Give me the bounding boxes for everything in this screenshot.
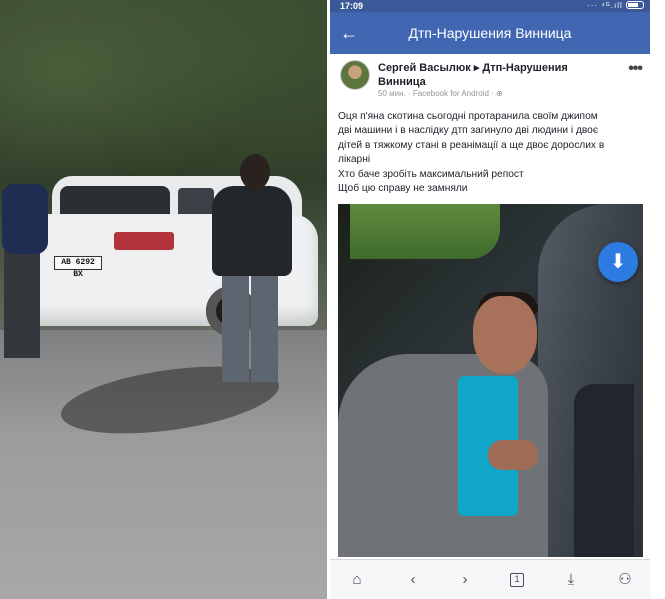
person-center-legs <box>222 272 278 382</box>
avatar[interactable] <box>340 60 370 90</box>
post-text-line: лікарні <box>338 154 371 166</box>
right-margin <box>650 0 665 599</box>
man-head <box>473 296 537 374</box>
post-text: Оця п'яна скотина сьогодні протаранила с… <box>338 110 648 196</box>
signal-icon: ··· ⁴ᴳ.ıll <box>587 1 623 10</box>
person-center-torso <box>212 186 292 276</box>
post-text-line: дітей в тяжкому стані в реанімації а ще … <box>338 139 605 151</box>
status-time: 17:09 <box>340 1 364 11</box>
man-hand <box>488 440 538 470</box>
bottom-nav-bar: ⌂ ‹ › 1 ⤓ ⚇ <box>330 559 650 599</box>
person-left-torso <box>2 184 48 254</box>
scroll-down-button[interactable]: ⬇ <box>598 242 638 282</box>
download-icon[interactable]: ⤓ <box>560 570 582 590</box>
car-tail-light <box>114 232 174 250</box>
post-card: Сергей Васылюк ▸ Дтп-Нарушения Винница 5… <box>330 54 650 559</box>
license-plate: АВ 6292 ВХ <box>54 256 102 279</box>
page-title: Дтп-Нарушения Винница <box>408 25 572 41</box>
post-text-line: Оця п'яна скотина сьогодні протаранила с… <box>338 111 598 122</box>
tabs-count: 1 <box>510 573 524 587</box>
street-photo: АВ 6292 ВХ <box>0 0 327 599</box>
person-center-head <box>240 154 270 190</box>
car-door-inner <box>574 384 634 557</box>
car-window-view <box>350 204 500 259</box>
more-options-icon[interactable]: ••• <box>628 60 643 78</box>
home-icon[interactable]: ⌂ <box>346 570 368 590</box>
person-left-legs <box>4 250 40 358</box>
nav-forward-icon[interactable]: › <box>454 570 476 590</box>
app-bar: ← Дтп-Нарушения Винница <box>330 12 650 54</box>
post-text-line: Хто баче зробіть максимальний репост <box>338 168 524 180</box>
nav-back-icon[interactable]: ‹ <box>402 570 424 590</box>
post-photo[interactable] <box>338 204 643 557</box>
status-bar: 17:09 ··· ⁴ᴳ.ıll <box>330 0 650 12</box>
phone-screenshot: 17:09 ··· ⁴ᴳ.ıll ← Дтп-Нарушения Винница… <box>330 0 650 599</box>
post-text-line: дві машини і в наслідку дтп загинуло дві… <box>338 125 599 137</box>
status-icons: ··· ⁴ᴳ.ıll <box>587 1 644 10</box>
post-meta: 50 мин. · Facebook for Android · ⊕ <box>378 89 503 98</box>
post-text-line: Щоб цю справу не замняли <box>338 183 468 195</box>
tabs-button[interactable]: 1 <box>506 570 528 590</box>
battery-icon <box>626 1 644 9</box>
post-author[interactable]: Сергей Васылюк ▸ Дтп-Нарушения Винница <box>378 61 608 89</box>
account-icon[interactable]: ⚇ <box>614 570 636 590</box>
